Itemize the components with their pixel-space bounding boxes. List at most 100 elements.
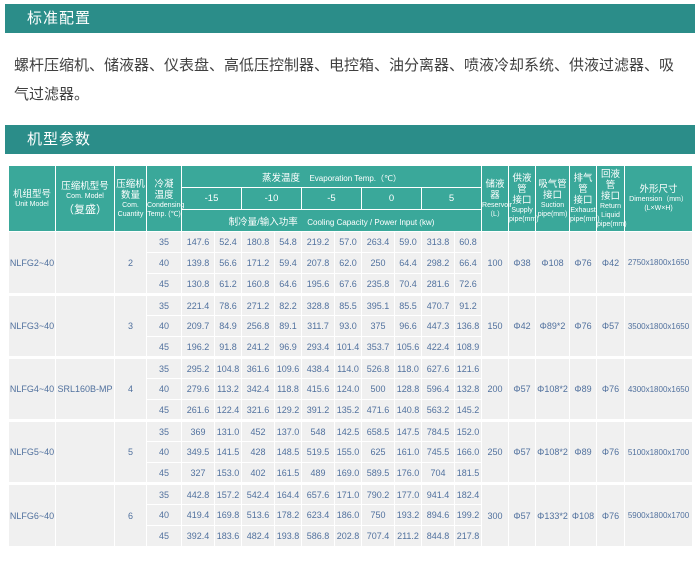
- power-input-cell: 91.8: [215, 337, 242, 358]
- cooling-capacity-cell: 707.4: [362, 526, 395, 547]
- unit-model-cell: NLFG3~40: [9, 295, 56, 358]
- power-input-cell: 140.8: [395, 400, 422, 421]
- cooling-capacity-cell: 279.6: [182, 379, 215, 400]
- model-params-table: 机组型号 Unit Model 压缩机型号 Com. Model （复盛） 压缩…: [8, 165, 693, 547]
- com-model-cell: [56, 421, 115, 484]
- power-input-cell: 54.8: [275, 232, 302, 253]
- power-input-cell: 128.8: [395, 379, 422, 400]
- header-return-pipe: 回液管 接口 Return Liquid pipe(mm): [597, 166, 625, 232]
- table-header: 机组型号 Unit Model 压缩机型号 Com. Model （复盛） 压缩…: [9, 166, 693, 232]
- cooling-capacity-cell: 623.4: [302, 505, 335, 526]
- cooling-capacity-cell: 369: [182, 421, 215, 442]
- power-input-cell: 181.5: [455, 463, 482, 484]
- header-unit-model: 机组型号 Unit Model: [9, 166, 56, 232]
- cooling-capacity-cell: 542.4: [242, 484, 275, 505]
- return-pipe-cell: Φ76: [597, 358, 625, 421]
- header-evap-temp-0: -15: [182, 188, 242, 210]
- power-input-cell: 202.8: [335, 526, 362, 547]
- power-input-cell: 113.2: [215, 379, 242, 400]
- cooling-capacity-cell: 586.8: [302, 526, 335, 547]
- cooling-capacity-cell: 160.8: [242, 274, 275, 295]
- cooling-capacity-cell: 452: [242, 421, 275, 442]
- cooling-capacity-cell: 221.4: [182, 295, 215, 316]
- power-input-cell: 93.0: [335, 316, 362, 337]
- cond-temp-cell: 45: [147, 463, 182, 484]
- power-input-cell: 166.0: [455, 442, 482, 463]
- power-input-cell: 96.9: [275, 337, 302, 358]
- dimension-cell: 2750x1800x1650: [625, 232, 693, 295]
- cooling-capacity-cell: 500: [362, 379, 395, 400]
- power-input-cell: 161.5: [275, 463, 302, 484]
- cooling-capacity-cell: 447.3: [422, 316, 455, 337]
- header-reservoir: 储液器 Reservoir （L）: [482, 166, 509, 232]
- power-input-cell: 164.4: [275, 484, 302, 505]
- cooling-capacity-cell: 361.6: [242, 358, 275, 379]
- cooling-capacity-cell: 375: [362, 316, 395, 337]
- exhaust-pipe-cell: Φ108: [570, 484, 597, 547]
- suction-pipe-cell: Φ108: [536, 232, 570, 295]
- standard-config-text: 螺杆压缩机、储液器、仪表盘、高低压控制器、电控箱、油分离器、喷液冷却系统、供液过…: [14, 51, 686, 109]
- reservoir-cell: 100: [482, 232, 509, 295]
- power-input-cell: 59.4: [275, 253, 302, 274]
- cooling-capacity-cell: 250: [362, 253, 395, 274]
- cooling-capacity-cell: 704: [422, 463, 455, 484]
- power-input-cell: 161.0: [395, 442, 422, 463]
- reservoir-cell: 150: [482, 295, 509, 358]
- power-input-cell: 124.0: [335, 379, 362, 400]
- table-row: NLFG2~40235147.652.4180.854.8219.257.026…: [9, 232, 693, 253]
- power-input-cell: 176.0: [395, 463, 422, 484]
- power-input-cell: 104.8: [215, 358, 242, 379]
- power-input-cell: 82.2: [275, 295, 302, 316]
- return-pipe-cell: Φ76: [597, 484, 625, 547]
- exhaust-pipe-cell: Φ76: [570, 232, 597, 295]
- power-input-cell: 72.6: [455, 274, 482, 295]
- power-input-cell: 52.4: [215, 232, 242, 253]
- return-pipe-cell: Φ76: [597, 421, 625, 484]
- power-input-cell: 129.2: [275, 400, 302, 421]
- cooling-capacity-cell: 745.5: [422, 442, 455, 463]
- header-dimension: 外形尺寸 Dimension（mm） (L×W×H): [625, 166, 693, 232]
- cooling-capacity-cell: 415.6: [302, 379, 335, 400]
- cooling-capacity-cell: 392.4: [182, 526, 215, 547]
- cond-temp-cell: 35: [147, 295, 182, 316]
- cooling-capacity-cell: 293.4: [302, 337, 335, 358]
- exhaust-pipe-cell: Φ76: [570, 295, 597, 358]
- suction-pipe-cell: Φ108*2: [536, 421, 570, 484]
- cooling-capacity-cell: 147.6: [182, 232, 215, 253]
- power-input-cell: 85.5: [335, 295, 362, 316]
- cooling-capacity-cell: 349.5: [182, 442, 215, 463]
- cooling-capacity-cell: 271.2: [242, 295, 275, 316]
- power-input-cell: 59.0: [395, 232, 422, 253]
- cooling-capacity-cell: 428: [242, 442, 275, 463]
- header-evap-temp-1: -10: [242, 188, 302, 210]
- dimension-cell: 5100x1800x1700: [625, 421, 693, 484]
- power-input-cell: 169.0: [335, 463, 362, 484]
- power-input-cell: 177.0: [395, 484, 422, 505]
- table-row: NLFG4~40SRL160B-MP435295.2104.8361.6109.…: [9, 358, 693, 379]
- cooling-capacity-cell: 894.6: [422, 505, 455, 526]
- cooling-capacity-cell: 313.8: [422, 232, 455, 253]
- cooling-capacity-cell: 422.4: [422, 337, 455, 358]
- power-input-cell: 136.8: [455, 316, 482, 337]
- return-pipe-cell: Φ42: [597, 232, 625, 295]
- cooling-capacity-cell: 442.8: [182, 484, 215, 505]
- power-input-cell: 145.2: [455, 400, 482, 421]
- header-com-model-en: Com. Model: [56, 192, 114, 201]
- cond-temp-cell: 45: [147, 400, 182, 421]
- com-model-cell: [56, 232, 115, 295]
- header-cooling-capacity: 制冷量/输入功率 Cooling Capacity / Power Input …: [182, 210, 482, 232]
- supply-pipe-cell: Φ38: [509, 232, 536, 295]
- com-qty-cell: 5: [115, 421, 147, 484]
- table-row: NLFG3~40335221.478.6271.282.2328.885.539…: [9, 295, 693, 316]
- cooling-capacity-cell: 207.8: [302, 253, 335, 274]
- reservoir-cell: 200: [482, 358, 509, 421]
- header-com-model-zh: 压缩机型号: [56, 181, 114, 192]
- dimension-cell: 3500x1800x1650: [625, 295, 693, 358]
- power-input-cell: 169.8: [215, 505, 242, 526]
- power-input-cell: 186.0: [335, 505, 362, 526]
- cooling-capacity-cell: 209.7: [182, 316, 215, 337]
- power-input-cell: 148.5: [275, 442, 302, 463]
- cond-temp-cell: 45: [147, 337, 182, 358]
- header-suction-pipe: 吸气管 接口 Suction pipe(mm): [536, 166, 570, 232]
- supply-pipe-cell: Φ57: [509, 421, 536, 484]
